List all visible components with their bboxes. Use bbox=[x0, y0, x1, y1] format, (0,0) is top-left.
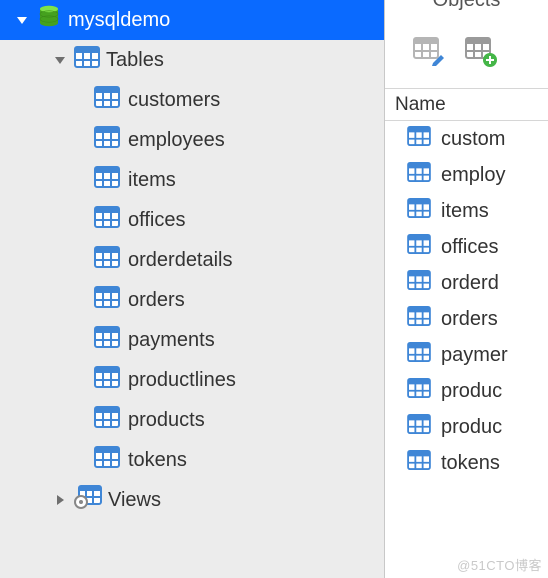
list-item-label: custom bbox=[441, 128, 505, 151]
list-item[interactable]: paymer bbox=[385, 337, 548, 373]
objects-panel: Objects Nam bbox=[385, 0, 548, 578]
expand-arrow-icon[interactable] bbox=[14, 14, 30, 26]
views-group-label: Views bbox=[108, 489, 161, 512]
table-icon bbox=[94, 326, 120, 354]
table-label: orderdetails bbox=[128, 249, 233, 272]
column-header-label: Name bbox=[395, 94, 446, 116]
list-item[interactable]: produc bbox=[385, 409, 548, 445]
table-node[interactable]: orderdetails bbox=[0, 240, 384, 280]
table-icon bbox=[407, 450, 431, 476]
tables-group[interactable]: Tables bbox=[0, 40, 384, 80]
table-icon bbox=[407, 378, 431, 404]
table-node[interactable]: employees bbox=[0, 120, 384, 160]
list-item-label: paymer bbox=[441, 344, 508, 367]
table-icon bbox=[407, 414, 431, 440]
table-node[interactable]: orders bbox=[0, 280, 384, 320]
table-icon bbox=[407, 126, 431, 152]
tables-group-label: Tables bbox=[106, 49, 164, 72]
list-item[interactable]: produc bbox=[385, 373, 548, 409]
table-node[interactable]: productlines bbox=[0, 360, 384, 400]
table-icon bbox=[94, 86, 120, 114]
table-node[interactable]: customers bbox=[0, 80, 384, 120]
table-group-icon bbox=[74, 46, 100, 74]
list-item-label: offices bbox=[441, 236, 498, 259]
table-icon bbox=[94, 366, 120, 394]
table-icon bbox=[407, 234, 431, 260]
table-node[interactable]: offices bbox=[0, 200, 384, 240]
list-item-label: tokens bbox=[441, 452, 500, 475]
list-item[interactable]: custom bbox=[385, 121, 548, 157]
list-item-label: orders bbox=[441, 308, 498, 331]
panel-title: Objects bbox=[385, 0, 548, 19]
list-item-label: orderd bbox=[441, 272, 499, 295]
list-item-label: produc bbox=[441, 380, 502, 403]
list-item[interactable]: items bbox=[385, 193, 548, 229]
navigation-tree: mysqldemo Tables customers employees ite… bbox=[0, 0, 385, 578]
list-item[interactable]: tokens bbox=[385, 445, 548, 481]
list-item[interactable]: orders bbox=[385, 301, 548, 337]
expand-arrow-icon[interactable] bbox=[52, 54, 68, 66]
database-label: mysqldemo bbox=[68, 9, 170, 32]
table-icon bbox=[94, 446, 120, 474]
table-label: employees bbox=[128, 129, 225, 152]
list-item[interactable]: offices bbox=[385, 229, 548, 265]
table-label: tokens bbox=[128, 449, 187, 472]
watermark: @51CTO博客 bbox=[457, 555, 542, 574]
list-item-label: produc bbox=[441, 416, 502, 439]
list-item[interactable]: orderd bbox=[385, 265, 548, 301]
database-node[interactable]: mysqldemo bbox=[0, 0, 384, 40]
table-node[interactable]: tokens bbox=[0, 440, 384, 480]
table-icon bbox=[94, 126, 120, 154]
table-icon bbox=[94, 166, 120, 194]
table-icon bbox=[94, 286, 120, 314]
table-icon bbox=[407, 306, 431, 332]
panel-toolbar bbox=[385, 19, 548, 89]
views-group[interactable]: Views bbox=[0, 480, 384, 520]
table-icon bbox=[407, 342, 431, 368]
table-icon bbox=[407, 198, 431, 224]
design-table-icon[interactable] bbox=[411, 35, 445, 73]
collapse-arrow-icon[interactable] bbox=[52, 494, 68, 506]
table-label: offices bbox=[128, 209, 185, 232]
table-node[interactable]: items bbox=[0, 160, 384, 200]
table-icon bbox=[94, 406, 120, 434]
object-list: custom employ items offices orderd order… bbox=[385, 121, 548, 578]
list-item[interactable]: employ bbox=[385, 157, 548, 193]
table-label: payments bbox=[128, 329, 215, 352]
views-icon bbox=[74, 485, 102, 515]
list-item-label: items bbox=[441, 200, 489, 223]
database-icon bbox=[38, 5, 60, 35]
list-item-label: employ bbox=[441, 164, 505, 187]
table-node[interactable]: products bbox=[0, 400, 384, 440]
table-node[interactable]: payments bbox=[0, 320, 384, 360]
table-icon bbox=[407, 270, 431, 296]
table-icon bbox=[94, 246, 120, 274]
table-label: customers bbox=[128, 89, 220, 112]
table-label: orders bbox=[128, 289, 185, 312]
table-label: products bbox=[128, 409, 205, 432]
table-icon bbox=[94, 206, 120, 234]
table-label: items bbox=[128, 169, 176, 192]
table-label: productlines bbox=[128, 369, 236, 392]
table-icon bbox=[407, 162, 431, 188]
new-table-icon[interactable] bbox=[463, 35, 497, 73]
column-header-name[interactable]: Name bbox=[385, 89, 548, 121]
